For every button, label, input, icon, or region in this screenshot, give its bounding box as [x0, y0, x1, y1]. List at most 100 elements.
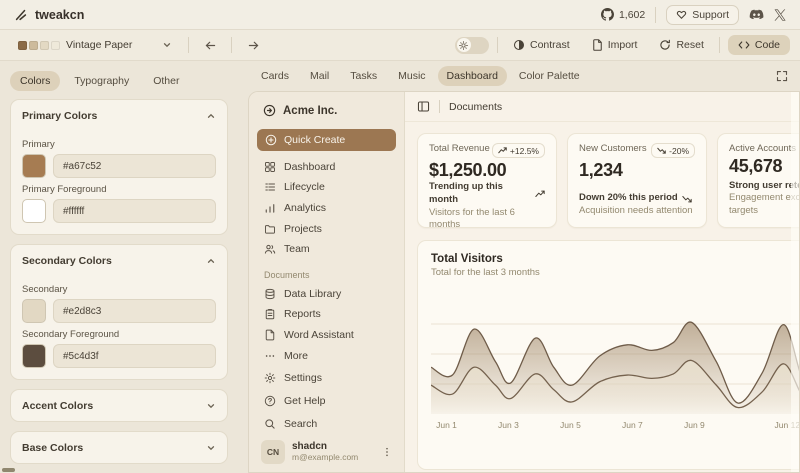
metric-cards-row: Total Revenue +12.5% $1,250.00 Trending …: [405, 122, 799, 228]
sidebar-item-label: Team: [284, 243, 310, 255]
sidebar-item-lifecycle[interactable]: Lifecycle: [257, 177, 396, 198]
sidebar-item-dashboard[interactable]: Dashboard: [257, 157, 396, 178]
sidebar-item-label: More: [284, 350, 308, 362]
tab-color-palette[interactable]: Color Palette: [510, 66, 589, 86]
tab-dashboard[interactable]: Dashboard: [438, 66, 507, 86]
section-accent-header[interactable]: Accent Colors: [22, 390, 216, 421]
preview-main: Documents Total Revenue +12.5%: [405, 92, 799, 472]
tab-tasks[interactable]: Tasks: [341, 66, 386, 86]
app-header: tweakcn 1,602 Support: [0, 0, 800, 30]
fullscreen-icon[interactable]: [776, 70, 788, 82]
quick-create-button[interactable]: Quick Create: [257, 129, 396, 151]
import-label: Import: [608, 39, 638, 51]
divider: [497, 37, 498, 53]
gear-icon: [264, 372, 276, 384]
section-title: Primary Colors: [22, 110, 97, 122]
preview-main-header: Documents: [405, 92, 799, 122]
color-input-primary-foreground[interactable]: #ffffff: [53, 199, 216, 223]
kebab-menu-icon[interactable]: [382, 446, 392, 458]
preset-name: Vintage Paper: [66, 39, 156, 51]
total-visitors-card: Total Visitors Total for the last 3 mont…: [417, 240, 799, 470]
tab-music[interactable]: Music: [389, 66, 434, 86]
reset-button[interactable]: Reset: [652, 35, 710, 55]
sidebar-item-projects[interactable]: Projects: [257, 218, 396, 239]
sidebar-item-search[interactable]: Search: [257, 412, 396, 435]
divider: [439, 100, 440, 113]
preset-swatches: [18, 41, 60, 50]
scrollbar-thumb[interactable]: [2, 468, 15, 472]
tab-other[interactable]: Other: [143, 71, 189, 91]
light-dark-toggle[interactable]: [455, 37, 489, 54]
org-name: Acme Inc.: [283, 105, 337, 117]
sidebar-item-word-assistant[interactable]: Word Assistant: [257, 325, 396, 346]
tab-cards[interactable]: Cards: [252, 66, 298, 86]
preset-swatch-2: [29, 41, 38, 50]
section-secondary-header[interactable]: Secondary Colors: [22, 245, 216, 276]
code-button[interactable]: Code: [728, 35, 790, 55]
quick-create-label: Quick Create: [284, 134, 345, 146]
sidebar-toggle-icon[interactable]: [417, 100, 430, 113]
x-axis-label: Jun 5: [560, 420, 581, 430]
metric-caption: Trending up this month: [429, 181, 531, 207]
metric-value: 1,234: [579, 160, 695, 181]
section-primary-header[interactable]: Primary Colors: [22, 100, 216, 131]
color-input-secondary-foreground[interactable]: #5c4d3f: [53, 344, 216, 368]
theme-toolbar: Vintage Paper Contrast: [0, 30, 800, 61]
support-button[interactable]: Support: [666, 5, 739, 25]
sidebar-item-get-help[interactable]: Get Help: [257, 389, 396, 412]
color-swatch-primary[interactable]: [22, 154, 46, 178]
brand[interactable]: tweakcn: [14, 8, 84, 22]
color-input-primary[interactable]: #a67c52: [53, 154, 216, 178]
x-axis-label: Jun 7: [622, 420, 643, 430]
documents-group-label: Documents: [257, 260, 396, 284]
sidebar-item-label: Settings: [284, 372, 322, 384]
sidebar-item-label: Lifecycle: [284, 181, 325, 193]
section-base-header[interactable]: Base Colors: [22, 432, 216, 463]
x-axis-label: Jun 3: [498, 420, 519, 430]
sidebar-item-label: Reports: [284, 308, 321, 320]
x-axis-label: Jun 9: [684, 420, 705, 430]
tab-typography[interactable]: Typography: [64, 71, 139, 91]
chevron-up-icon: [206, 111, 216, 121]
heart-icon: [676, 9, 687, 20]
field-label: Primary: [22, 139, 216, 150]
x-twitter-icon[interactable]: [774, 9, 786, 21]
reset-label: Reset: [676, 39, 703, 51]
discord-icon[interactable]: [749, 9, 764, 21]
tab-mail[interactable]: Mail: [301, 66, 338, 86]
theme-preset-select[interactable]: Vintage Paper: [10, 36, 180, 54]
import-button[interactable]: Import: [585, 35, 645, 55]
sidebar-item-label: Word Assistant: [284, 329, 354, 341]
trending-down-icon: [682, 195, 692, 203]
contrast-icon: [513, 39, 525, 51]
undo-button[interactable]: [197, 35, 223, 55]
user-menu[interactable]: CN shadcn m@example.com: [257, 435, 396, 466]
trending-up-icon: [535, 190, 545, 198]
bar-chart-icon: [264, 202, 276, 214]
field-label: Secondary: [22, 284, 216, 295]
org-switcher[interactable]: Acme Inc.: [257, 100, 396, 121]
metric-subcaption: Visitors for the last 6 months: [429, 207, 545, 233]
sidebar-item-data-library[interactable]: Data Library: [257, 284, 396, 305]
contrast-button[interactable]: Contrast: [506, 35, 577, 55]
color-swatch-secondary[interactable]: [22, 299, 46, 323]
redo-button[interactable]: [240, 35, 266, 55]
section-title: Accent Colors: [22, 400, 93, 412]
sidebar-item-more[interactable]: More: [257, 345, 396, 366]
trend-badge: +12.5%: [492, 143, 545, 158]
section-accent-colors: Accent Colors: [10, 389, 228, 422]
sidebar-item-settings[interactable]: Settings: [257, 366, 396, 389]
metric-title: Active Accounts: [729, 143, 796, 154]
metric-value: 45,678: [729, 156, 799, 177]
org-logo-icon: [263, 104, 276, 117]
preview-scrollbar[interactable]: [791, 92, 799, 472]
github-stars[interactable]: 1,602: [601, 8, 645, 21]
sidebar-item-team[interactable]: Team: [257, 239, 396, 260]
tab-colors[interactable]: Colors: [10, 71, 60, 91]
sidebar-item-reports[interactable]: Reports: [257, 304, 396, 325]
color-input-secondary[interactable]: #e2d8c3: [53, 299, 216, 323]
color-swatch-secondary-foreground[interactable]: [22, 344, 46, 368]
sidebar-item-analytics[interactable]: Analytics: [257, 198, 396, 219]
color-swatch-primary-foreground[interactable]: [22, 199, 46, 223]
folder-icon: [264, 223, 276, 235]
